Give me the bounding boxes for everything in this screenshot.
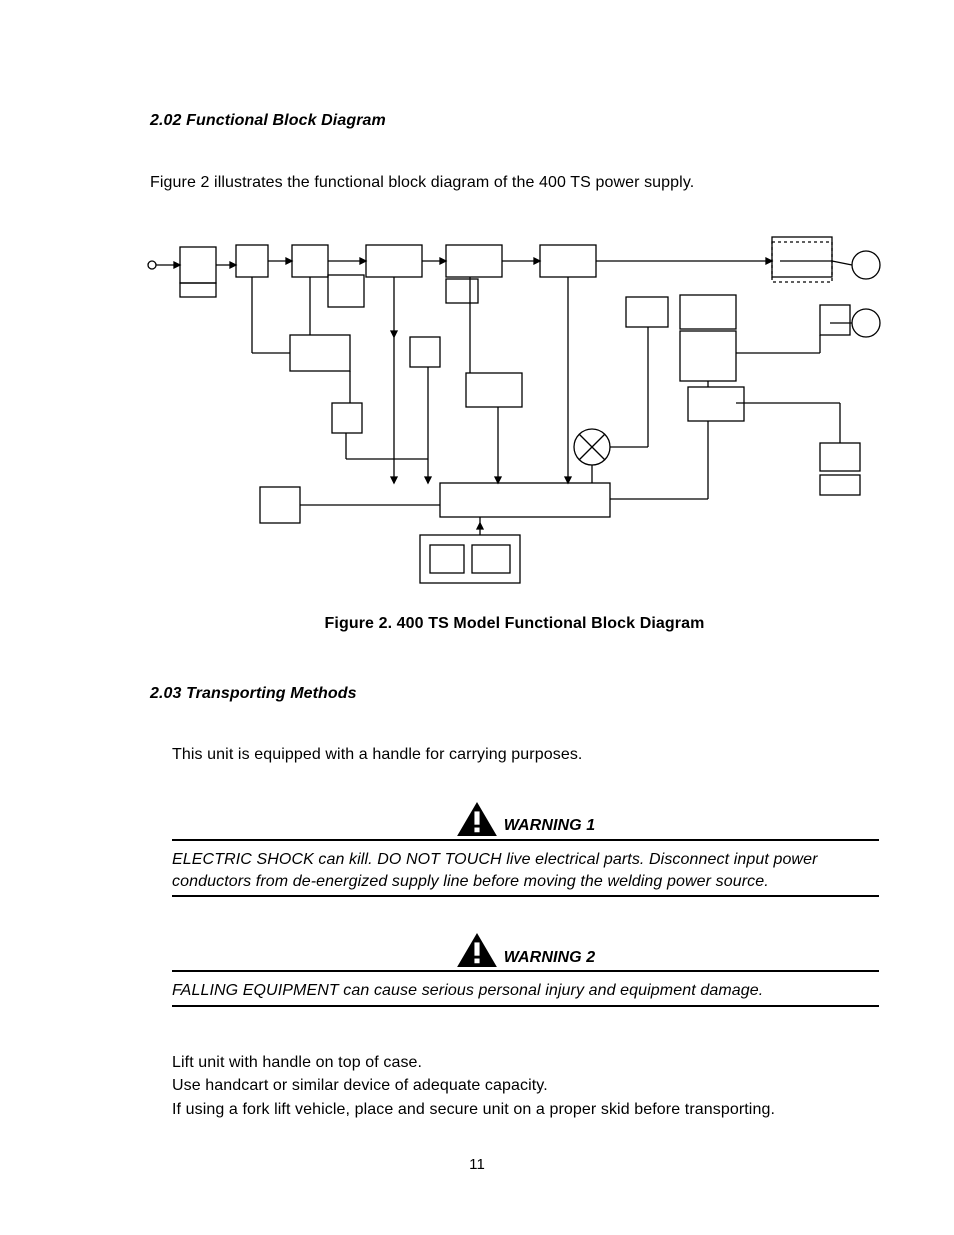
instruction-line-2: Use handcart or similar device of adequa… (172, 1075, 879, 1097)
warning-2-label: WARNING 2 (504, 947, 596, 969)
page-number: 11 (0, 1155, 954, 1175)
warning-icon (456, 932, 498, 968)
figure-intro: Figure 2 illustrates the functional bloc… (150, 172, 879, 194)
warning-icon (456, 801, 498, 837)
section-heading-2-02: 2.02 Functional Block Diagram (150, 110, 879, 132)
transport-intro: This unit is equipped with a handle for … (150, 744, 879, 766)
figure-caption: Figure 2. 400 TS Model Functional Block … (150, 613, 879, 635)
block-diagram-figure (140, 223, 900, 613)
warning-2-block: WARNING 2 FALLING EQUIPMENT can cause se… (172, 932, 879, 1007)
instruction-line-1: Lift unit with handle on top of case. (172, 1052, 879, 1074)
section-heading-2-03: 2.03 Transporting Methods (150, 683, 879, 705)
instruction-line-3: If using a fork lift vehicle, place and … (172, 1099, 879, 1121)
warning-2-text: FALLING EQUIPMENT can cause serious pers… (172, 972, 879, 1007)
warning-1-text: ELECTRIC SHOCK can kill. DO NOT TOUCH li… (172, 841, 879, 897)
warning-1-block: WARNING 1 ELECTRIC SHOCK can kill. DO NO… (172, 801, 879, 897)
lift-instructions: Lift unit with handle on top of case. Us… (150, 1052, 879, 1121)
warning-1-label: WARNING 1 (504, 815, 596, 837)
